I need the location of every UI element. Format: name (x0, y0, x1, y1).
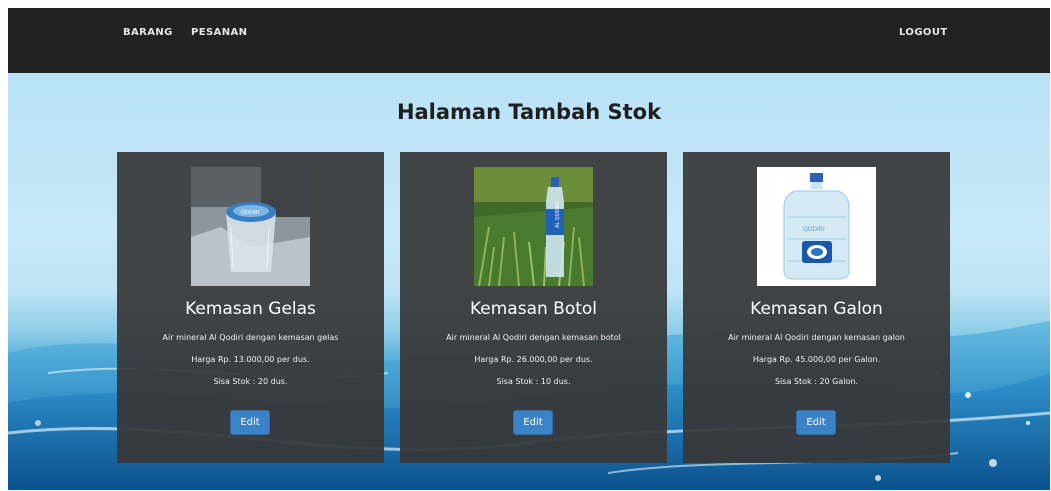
product-price: Harga Rp. 26.000,00 per dus. (474, 355, 593, 364)
svg-text:QODIRI: QODIRI (803, 226, 825, 233)
nav-barang-link[interactable]: BARANG (123, 27, 173, 38)
product-stock: Sisa Stok : 20 dus. (213, 377, 288, 386)
svg-text:QODIRI: QODIRI (241, 210, 259, 216)
cup-water-product-image: QODIRI (191, 167, 310, 286)
product-stock: Sisa Stok : 20 Galon. (775, 377, 858, 386)
page-title: Halaman Tambah Stok (396, 100, 662, 124)
product-description: Air mineral Al Qodiri dengan kemasan bot… (446, 333, 621, 342)
product-price: Harga Rp. 45.000,00 per Galon. (752, 355, 881, 364)
gallon-water-product-image: QODIRI (757, 167, 876, 286)
product-title: Kemasan Botol (469, 299, 598, 319)
product-card-botol: AL QODIRI Kemasan Botol Air mineral Al Q… (400, 152, 667, 463)
bottle-water-product-image: AL QODIRI (474, 167, 593, 286)
app-frame: BARANG PESANAN LOGOUT Halaman Tambah Sto… (8, 8, 1050, 490)
product-description: Air mineral Al Qodiri dengan kemasan gal… (728, 333, 905, 342)
top-navbar: BARANG PESANAN LOGOUT (8, 8, 1050, 73)
product-price: Harga Rp. 13.000,00 per dus. (191, 355, 310, 364)
product-description: Air mineral Al Qodiri dengan kemasan gel… (162, 333, 339, 342)
nav-logout-link[interactable]: LOGOUT (899, 27, 948, 38)
product-title: Kemasan Gelas (185, 299, 316, 319)
edit-button[interactable]: Edit (230, 410, 270, 435)
product-card-gelas: QODIRI Kemasan Gelas Air mineral Al Qodi… (117, 152, 384, 463)
product-title: Kemasan Galon (750, 299, 883, 319)
product-stock: Sisa Stok : 10 dus. (496, 377, 571, 386)
main-content: Halaman Tambah Stok QODIRI Kemasan Gelas (8, 73, 1050, 490)
edit-button[interactable]: Edit (796, 410, 836, 435)
product-card-galon: QODIRI Kemasan Galon Air mineral Al Qodi… (683, 152, 950, 463)
edit-button[interactable]: Edit (513, 410, 553, 435)
svg-text:AL QODIRI: AL QODIRI (555, 202, 561, 228)
nav-pesanan-link[interactable]: PESANAN (191, 27, 247, 38)
